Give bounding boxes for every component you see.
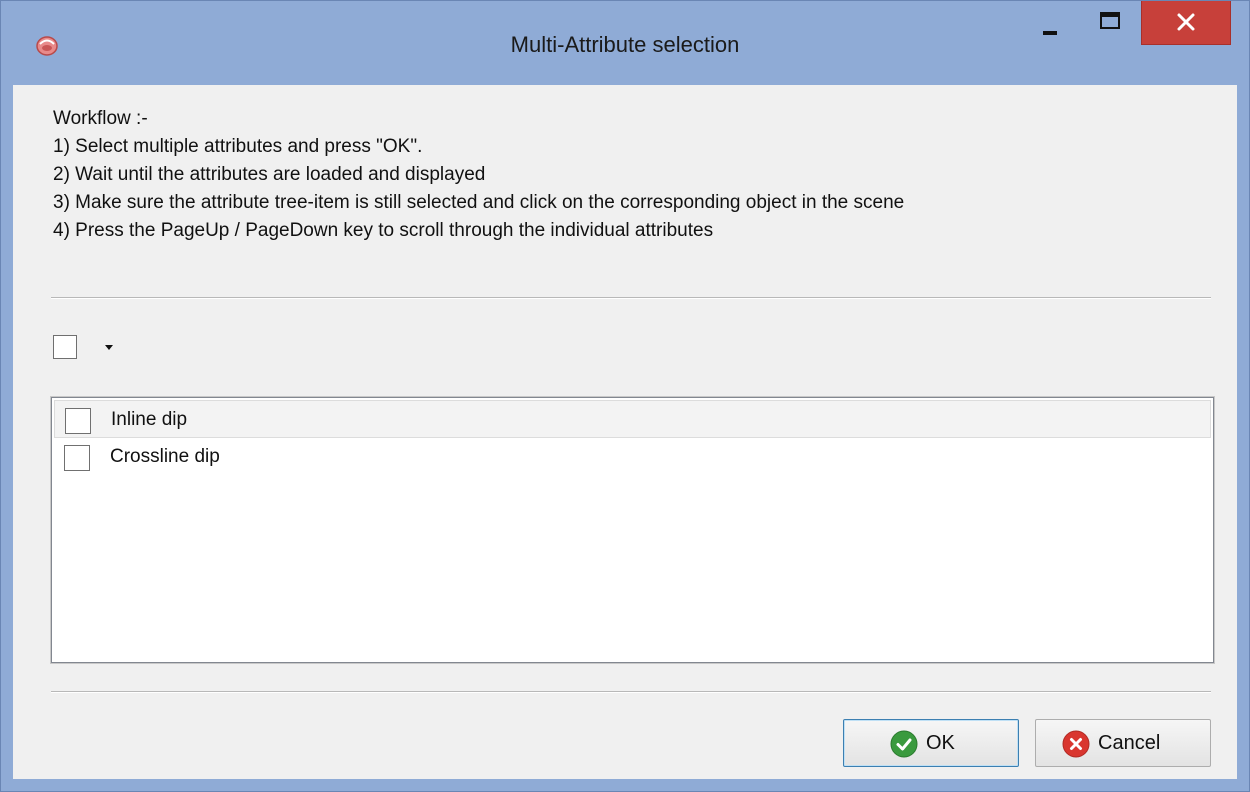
item-checkbox[interactable] [65,408,91,434]
item-label: Crossline dip [110,446,220,467]
instruction-step: 3) Make sure the attribute tree-item is … [53,192,905,213]
item-label: Inline dip [111,409,188,430]
dialog-window: Multi-Attribute selection Workflow :- 1)… [0,0,1250,792]
list-item[interactable]: Crossline dip [54,438,1211,476]
item-checkbox[interactable] [64,445,90,471]
minimize-button[interactable] [1021,1,1077,45]
separator [51,691,1211,693]
close-icon [1177,13,1195,31]
cancel-label: Cancel [1098,732,1161,754]
instruction-step: 2) Wait until the attributes are loaded … [53,164,486,185]
cancel-button[interactable]: Cancel [1035,719,1211,767]
dialog-body: Workflow :- 1) Select multiple attribute… [13,85,1237,779]
ok-button[interactable]: OK [843,719,1019,767]
instruction-heading: Workflow :- [53,108,148,129]
instruction-step: 4) Press the PageUp / PageDown key to sc… [53,220,714,241]
close-button[interactable] [1141,1,1231,45]
workflow-instructions: Workflow :- 1) Select multiple attribute… [53,105,904,245]
ok-label: OK [926,732,955,754]
separator [51,297,1211,299]
title-bar[interactable]: Multi-Attribute selection [1,1,1249,85]
select-all-checkbox[interactable] [53,335,77,359]
chevron-down-icon[interactable] [105,345,113,350]
attribute-list[interactable]: Inline dip Crossline dip [50,396,1215,664]
instruction-step: 1) Select multiple attributes and press … [53,136,423,157]
maximize-button[interactable] [1081,1,1137,45]
checkmark-icon [890,730,918,758]
list-item[interactable]: Inline dip [54,400,1211,438]
maximize-icon [1100,12,1120,29]
minimize-icon [1043,31,1057,35]
cancel-icon [1062,730,1090,758]
